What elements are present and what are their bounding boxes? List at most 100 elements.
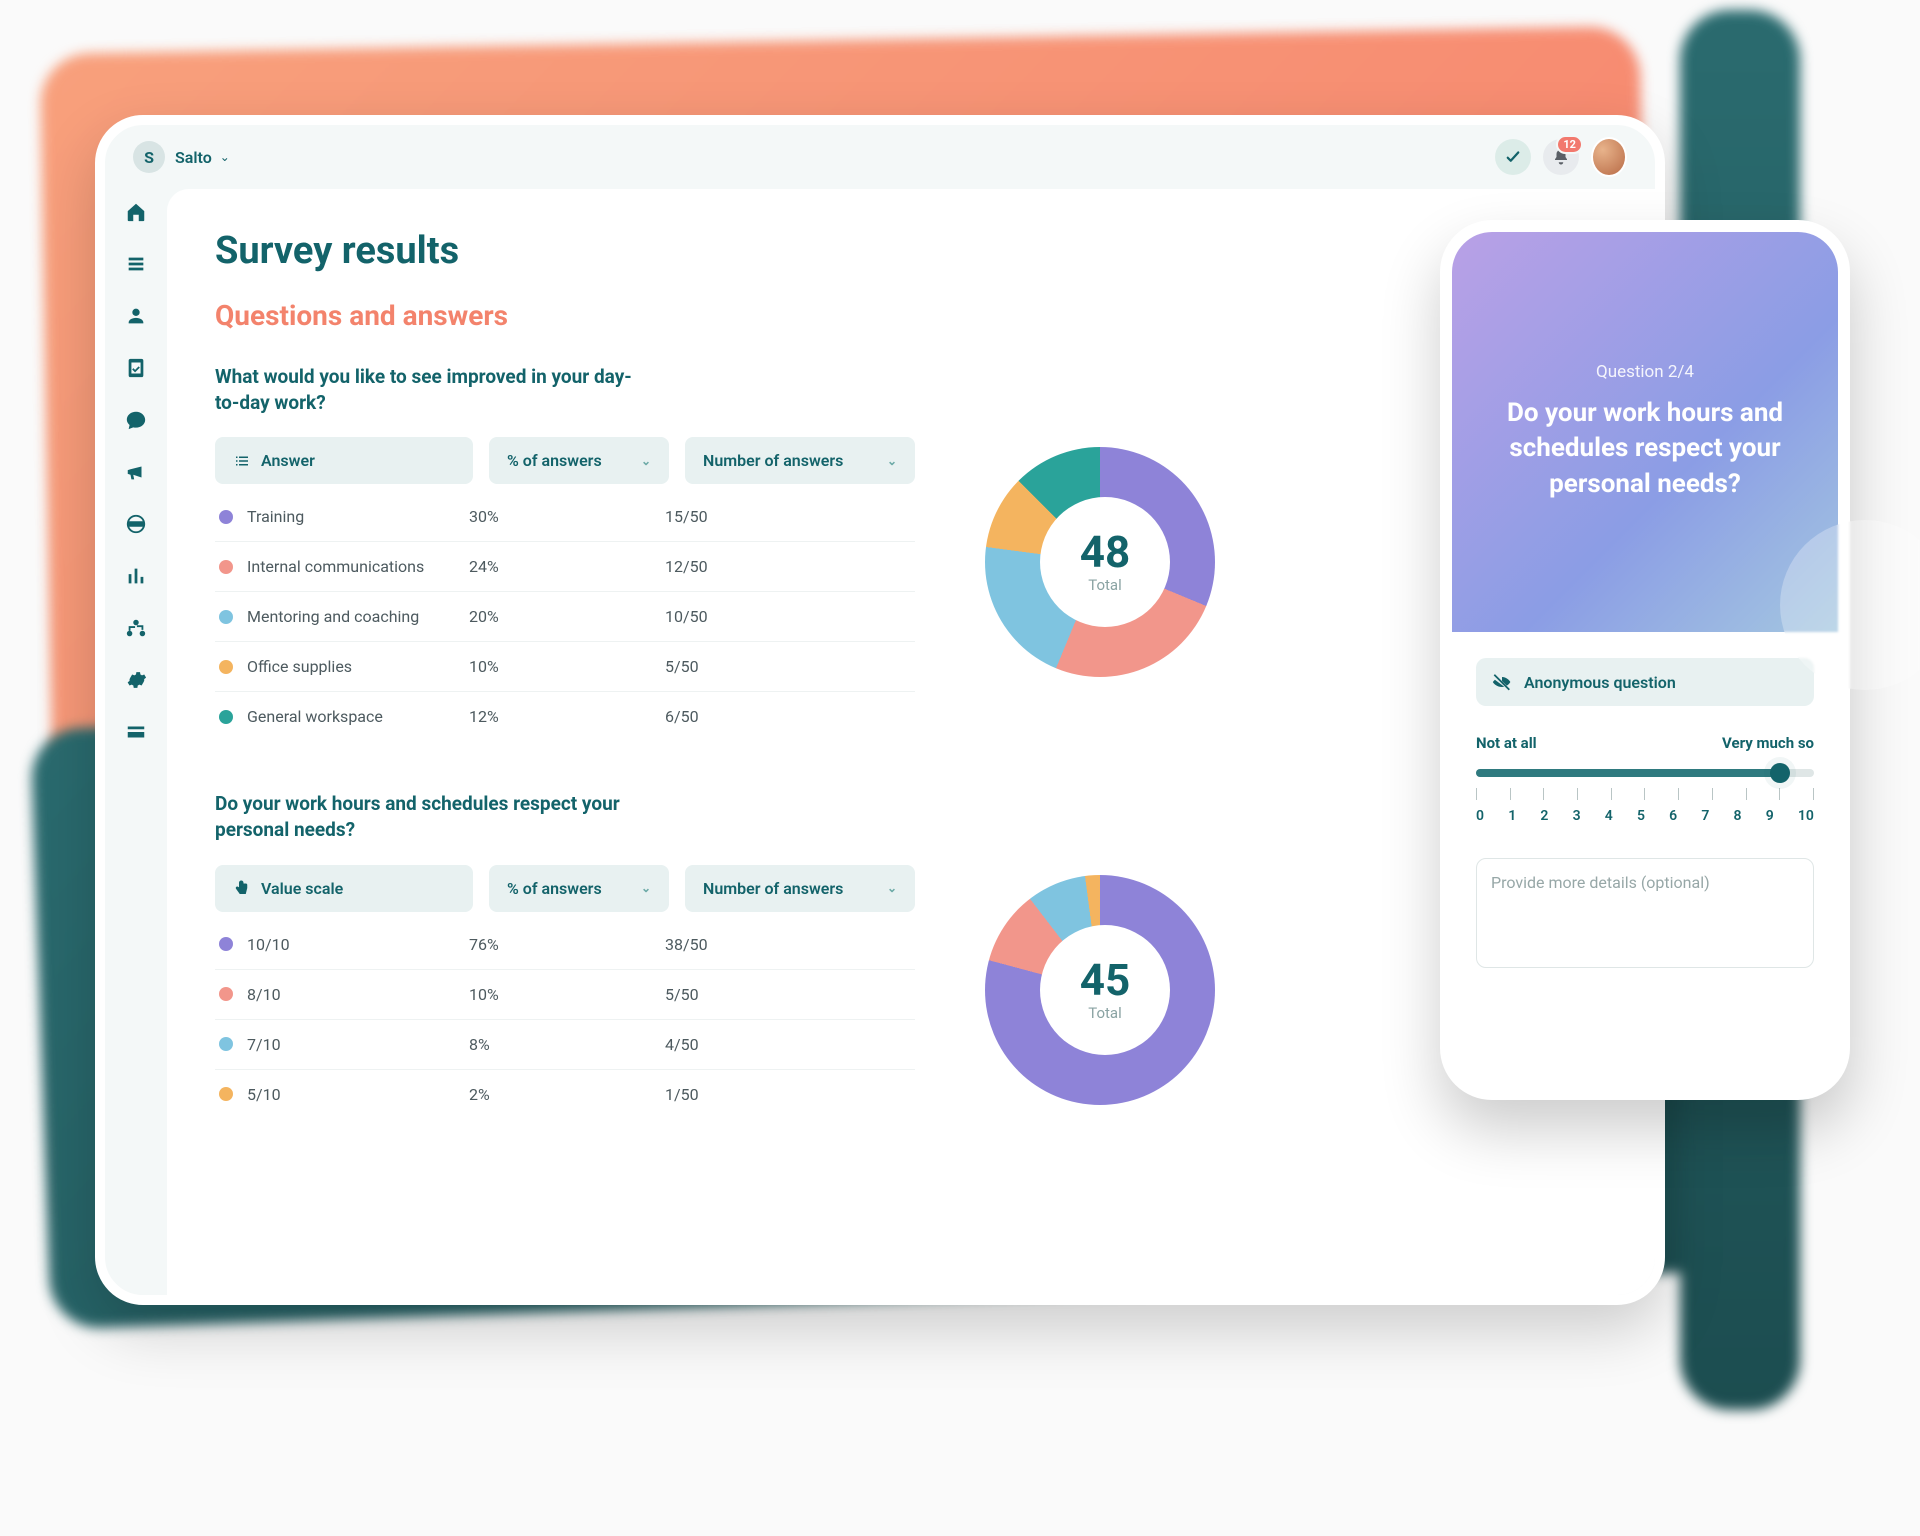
card-icon xyxy=(125,721,147,743)
anonymous-pill: Anonymous question xyxy=(1476,658,1814,706)
desktop-app-frame: S Salto ⌄ 12 Survey results xyxy=(95,115,1665,1305)
answer-cell: Office supplies xyxy=(219,657,469,676)
hand-tap-icon xyxy=(233,879,251,897)
nav-survey[interactable] xyxy=(121,353,151,383)
table-row: Office supplies10%5/50 xyxy=(215,642,915,692)
q2-col-pct[interactable]: % of answers ⌄ xyxy=(489,865,669,912)
eye-off-icon xyxy=(1492,672,1512,692)
donut-center: 45 Total xyxy=(1040,925,1170,1055)
pct-cell: 12% xyxy=(469,707,665,726)
answer-label: Mentoring and coaching xyxy=(247,607,419,626)
bar-chart-icon xyxy=(125,565,147,587)
color-dot xyxy=(219,660,233,674)
megaphone-icon xyxy=(125,461,147,483)
question-counter: Question 2/4 xyxy=(1596,362,1694,382)
table-row: 10/1076%38/50 xyxy=(215,920,915,970)
table-row: 8/10 10%5/50 xyxy=(215,970,915,1020)
answer-cell: 5/10 xyxy=(219,1085,469,1104)
nav-people[interactable] xyxy=(121,301,151,331)
answer-label: Office supplies xyxy=(247,657,352,676)
org-switcher[interactable]: S Salto ⌄ xyxy=(133,141,230,173)
chevron-down-icon: ⌄ xyxy=(641,881,651,895)
q1-title: What would you like to see improved in y… xyxy=(215,364,635,415)
details-textarea[interactable] xyxy=(1476,858,1814,968)
donut-total: 45 xyxy=(1080,958,1131,1002)
color-dot xyxy=(219,610,233,624)
answer-label: 8/10 xyxy=(247,985,281,1004)
q2-donut: 45 Total xyxy=(985,875,1225,1105)
answer-cell: Mentoring and coaching xyxy=(219,607,469,626)
section-subhead: Questions and answers xyxy=(215,299,1607,332)
answer-cell: General workspace xyxy=(219,707,469,726)
table-row: General workspace 12%6/50 xyxy=(215,692,915,741)
scale-number: 5 xyxy=(1637,808,1645,824)
scale-number: 0 xyxy=(1476,808,1484,824)
count-cell: 5/50 xyxy=(665,985,911,1004)
chevron-down-icon: ⌄ xyxy=(220,150,230,164)
pct-cell: 10% xyxy=(469,985,665,1004)
nav-home[interactable] xyxy=(121,197,151,227)
table-row: Internal communications24%12/50 xyxy=(215,542,915,592)
donut-center: 48 Total xyxy=(1040,497,1170,627)
color-dot xyxy=(219,1087,233,1101)
nav-announce[interactable] xyxy=(121,457,151,487)
status-check-button[interactable] xyxy=(1495,139,1531,175)
col-label: Answer xyxy=(261,451,315,470)
col-label: Value scale xyxy=(261,879,343,898)
slider-thumb[interactable] xyxy=(1770,763,1790,783)
col-label: % of answers xyxy=(507,879,602,898)
pct-cell: 20% xyxy=(469,607,665,626)
chevron-down-icon: ⌄ xyxy=(887,454,897,468)
table-row: Training30%15/50 xyxy=(215,492,915,542)
nav-settings[interactable] xyxy=(121,665,151,695)
count-cell: 6/50 xyxy=(665,707,911,726)
nav-global[interactable] xyxy=(121,509,151,539)
scale-number: 4 xyxy=(1605,808,1613,824)
nav-org[interactable] xyxy=(121,613,151,643)
pct-cell: 76% xyxy=(469,935,665,954)
slider-ticks xyxy=(1476,788,1814,800)
q1-col-pct[interactable]: % of answers ⌄ xyxy=(489,437,669,484)
nav-chat[interactable] xyxy=(121,405,151,435)
pct-cell: 24% xyxy=(469,557,665,576)
answer-label: 7/10 xyxy=(247,1035,281,1054)
donut-label: Total xyxy=(1088,1004,1122,1022)
answer-label: General workspace xyxy=(247,707,383,726)
q2-col-scale[interactable]: Value scale xyxy=(215,865,473,912)
q1-col-num[interactable]: Number of answers ⌄ xyxy=(685,437,915,484)
count-cell: 5/50 xyxy=(665,657,911,676)
scale-slider[interactable] xyxy=(1476,766,1814,780)
table-row: 5/102%1/50 xyxy=(215,1070,915,1119)
donut-total: 48 xyxy=(1080,530,1131,574)
color-dot xyxy=(219,710,233,724)
anonymous-label: Anonymous question xyxy=(1524,673,1676,692)
answer-label: 10/10 xyxy=(247,935,290,954)
check-icon xyxy=(1504,148,1522,166)
scale-low-label: Not at all xyxy=(1476,734,1537,752)
sidebar xyxy=(105,189,167,1295)
nav-analytics[interactable] xyxy=(121,561,151,591)
q2-title: Do your work hours and schedules respect… xyxy=(215,791,635,842)
globe-icon xyxy=(125,513,147,535)
col-label: Number of answers xyxy=(703,879,843,898)
scale-number: 2 xyxy=(1540,808,1548,824)
user-avatar[interactable] xyxy=(1591,139,1627,175)
scale-number: 8 xyxy=(1734,808,1742,824)
nav-billing[interactable] xyxy=(121,717,151,747)
page-title: Survey results xyxy=(215,229,1607,273)
nav-list[interactable] xyxy=(121,249,151,279)
answer-cell: 8/10 xyxy=(219,985,469,1004)
color-dot xyxy=(219,560,233,574)
nodes-icon xyxy=(125,617,147,639)
pct-cell: 8% xyxy=(469,1035,665,1054)
q2-col-num[interactable]: Number of answers ⌄ xyxy=(685,865,915,912)
notifications-button[interactable]: 12 xyxy=(1543,139,1579,175)
scale-number: 7 xyxy=(1701,808,1709,824)
question-text: Do your work hours and schedules respect… xyxy=(1482,396,1808,501)
q1-col-answer[interactable]: Answer xyxy=(215,437,473,484)
scale-number: 10 xyxy=(1798,808,1814,824)
answer-label: Training xyxy=(247,507,304,526)
clipboard-check-icon xyxy=(125,357,147,379)
count-cell: 4/50 xyxy=(665,1035,911,1054)
chat-icon xyxy=(125,409,147,431)
